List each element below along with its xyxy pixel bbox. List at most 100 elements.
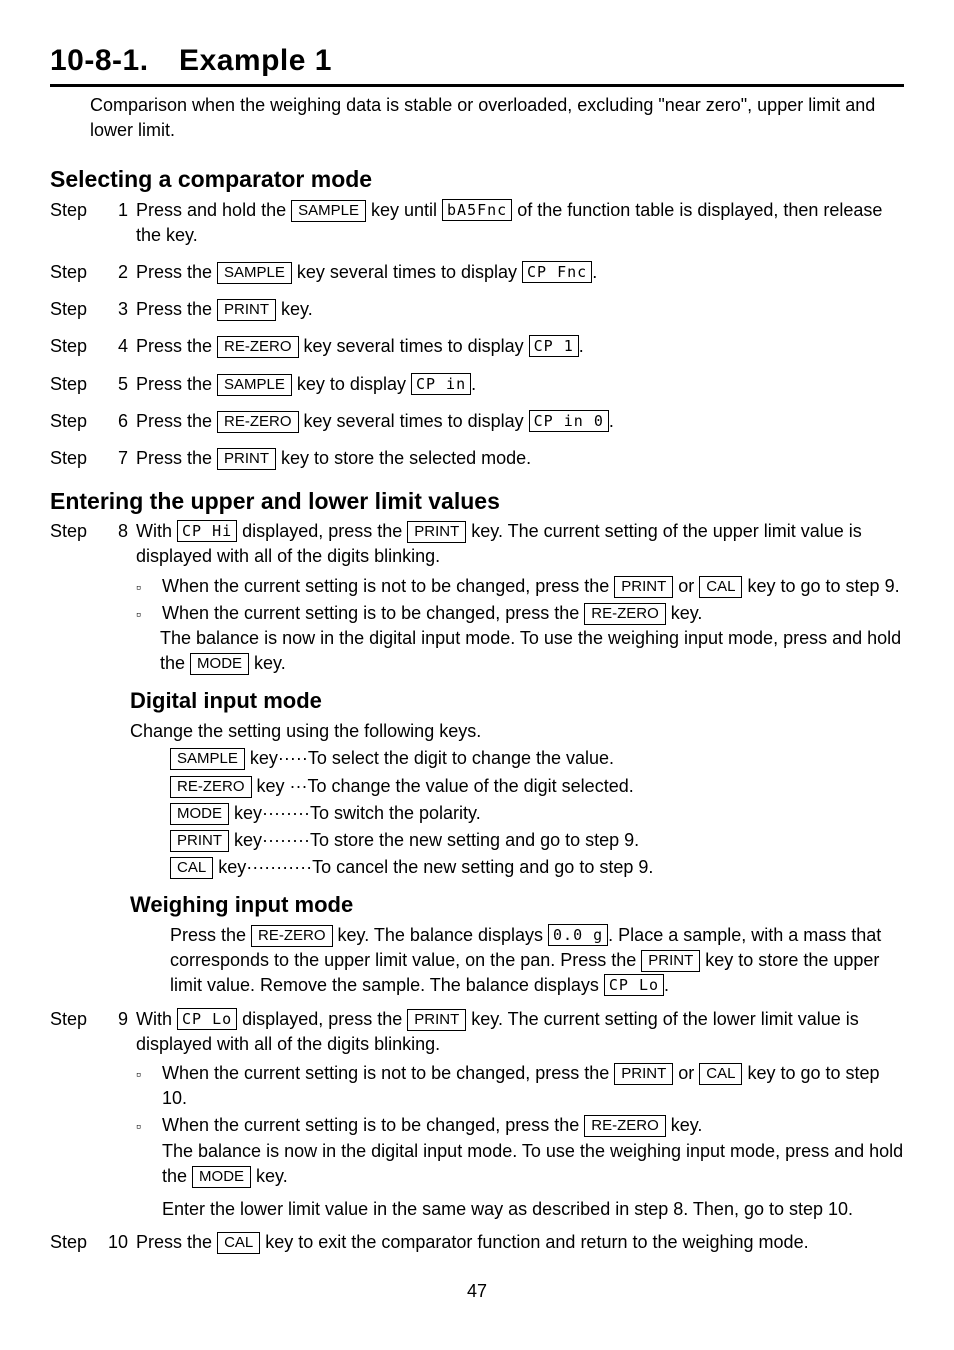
cal-key: CAL bbox=[217, 1232, 260, 1254]
rezero-key: RE-ZERO bbox=[217, 336, 299, 358]
step-body: Press the SAMPLE key several times to di… bbox=[136, 260, 904, 285]
text: key. The balance displays bbox=[333, 925, 548, 945]
seg-cplo: CP Lo bbox=[177, 1008, 237, 1030]
step-body: Press and hold the SAMPLE key until bA5F… bbox=[136, 198, 904, 248]
text: key to exit the comparator function and … bbox=[260, 1232, 808, 1252]
step-num: 3 bbox=[108, 297, 136, 322]
print-key: PRINT bbox=[641, 950, 700, 972]
section-intro: Comparison when the weighing data is sta… bbox=[90, 93, 904, 143]
text: key to go to step 9. bbox=[742, 576, 899, 596]
dig-print: PRINT key········To store the new settin… bbox=[170, 828, 904, 853]
step-label: Step bbox=[50, 1230, 108, 1255]
bullet-body: When the current setting is to be change… bbox=[162, 1113, 904, 1222]
bullet-icon bbox=[136, 1061, 162, 1111]
step-num: 1 bbox=[108, 198, 136, 248]
text: . bbox=[471, 374, 476, 394]
text: Press the bbox=[136, 336, 217, 356]
step-body: With CP Hi displayed, press the PRINT ke… bbox=[136, 519, 904, 569]
bullet-8-1: When the current setting is not to be ch… bbox=[136, 574, 904, 599]
page-number: 47 bbox=[50, 1279, 904, 1304]
step-body: With CP Lo displayed, press the PRINT ke… bbox=[136, 1007, 904, 1057]
text: Press and hold the bbox=[136, 200, 291, 220]
text: key several times to display bbox=[292, 262, 522, 282]
text: key·····To select the digit to change th… bbox=[245, 748, 614, 768]
rezero-key: RE-ZERO bbox=[584, 603, 666, 625]
bullet-8-2: When the current setting is to be change… bbox=[136, 601, 904, 626]
text: or bbox=[673, 576, 699, 596]
text: key. bbox=[666, 1115, 703, 1135]
step-body: Press the PRINT key to store the selecte… bbox=[136, 446, 904, 471]
step-label: Step bbox=[50, 519, 108, 569]
mode-key: MODE bbox=[170, 803, 229, 825]
text: key········To switch the polarity. bbox=[229, 803, 481, 823]
text: key several times to display bbox=[299, 411, 529, 431]
text: displayed, press the bbox=[237, 521, 407, 541]
bullet-body: When the current setting is not to be ch… bbox=[162, 574, 904, 599]
text: . bbox=[579, 336, 584, 356]
seg-cpin0: CP in 0 bbox=[529, 410, 609, 432]
weigh-body: Press the RE-ZERO key. The balance displ… bbox=[170, 923, 904, 999]
print-key: PRINT bbox=[407, 1009, 466, 1031]
rezero-key: RE-ZERO bbox=[217, 411, 299, 433]
print-key: PRINT bbox=[407, 521, 466, 543]
step-8: Step 8 With CP Hi displayed, press the P… bbox=[50, 519, 904, 569]
step-3: Step 3 Press the PRINT key. bbox=[50, 297, 904, 322]
text: Press the bbox=[136, 374, 217, 394]
text: key ···To change the value of the digit … bbox=[252, 776, 634, 796]
step-body: Press the RE-ZERO key several times to d… bbox=[136, 409, 904, 434]
sample-key: SAMPLE bbox=[291, 200, 366, 222]
step-label: Step bbox=[50, 198, 108, 248]
text: key········To store the new setting and … bbox=[229, 830, 639, 850]
mode-key: MODE bbox=[192, 1166, 251, 1188]
step-body: Press the PRINT key. bbox=[136, 297, 904, 322]
print-key: PRINT bbox=[217, 299, 276, 321]
print-key: PRINT bbox=[614, 1063, 673, 1085]
seg-zerog: 0.0 g bbox=[548, 924, 608, 946]
step-body: Press the CAL key to exit the comparator… bbox=[136, 1230, 904, 1255]
step-num: 8 bbox=[108, 519, 136, 569]
seg-cphi: CP Hi bbox=[177, 520, 237, 542]
step-num: 9 bbox=[108, 1007, 136, 1057]
text: key to store the selected mode. bbox=[276, 448, 531, 468]
text: Press the bbox=[136, 299, 217, 319]
dig-cal: CAL key···········To cancel the new sett… bbox=[170, 855, 904, 880]
step-num: 7 bbox=[108, 446, 136, 471]
text: key. bbox=[276, 299, 313, 319]
text: Press the bbox=[136, 411, 217, 431]
seg-cpin: CP in bbox=[411, 373, 471, 395]
text: . bbox=[609, 411, 614, 431]
text: key several times to display bbox=[299, 336, 529, 356]
text: Press the bbox=[170, 925, 251, 945]
rezero-key: RE-ZERO bbox=[251, 925, 333, 947]
digital-group: Change the setting using the following k… bbox=[130, 719, 904, 880]
text: key. bbox=[666, 603, 703, 623]
bullet-icon bbox=[136, 574, 162, 599]
bullet-body: When the current setting is to be change… bbox=[162, 601, 904, 626]
bullet-9-2: When the current setting is to be change… bbox=[136, 1113, 904, 1222]
text: . bbox=[664, 975, 669, 995]
bullet-9-1: When the current setting is not to be ch… bbox=[136, 1061, 904, 1111]
step-label: Step bbox=[50, 297, 108, 322]
step-6: Step 6 Press the RE-ZERO key several tim… bbox=[50, 409, 904, 434]
text: Press the bbox=[136, 448, 217, 468]
sample-key: SAMPLE bbox=[217, 262, 292, 284]
seg-cpfnc: CP Fnc bbox=[522, 261, 592, 283]
seg-basfnc: bA5Fnc bbox=[442, 199, 512, 221]
text: With bbox=[136, 1009, 177, 1029]
step-7: Step 7 Press the PRINT key to store the … bbox=[50, 446, 904, 471]
dig-sample: SAMPLE key·····To select the digit to ch… bbox=[170, 746, 904, 771]
step-num: 10 bbox=[108, 1230, 136, 1255]
subheading-enter: Entering the upper and lower limit value… bbox=[50, 485, 904, 517]
step-num: 6 bbox=[108, 409, 136, 434]
text: When the current setting is to be change… bbox=[162, 1115, 584, 1135]
text: or bbox=[673, 1063, 699, 1083]
sample-key: SAMPLE bbox=[217, 374, 292, 396]
step-num: 5 bbox=[108, 372, 136, 397]
subheading-digital: Digital input mode bbox=[130, 686, 904, 717]
step-5: Step 5 Press the SAMPLE key to display C… bbox=[50, 372, 904, 397]
print-key: PRINT bbox=[217, 448, 276, 470]
cal-key: CAL bbox=[699, 1063, 742, 1085]
text: key. bbox=[251, 1166, 288, 1186]
text: With bbox=[136, 521, 177, 541]
cal-key: CAL bbox=[170, 857, 213, 879]
